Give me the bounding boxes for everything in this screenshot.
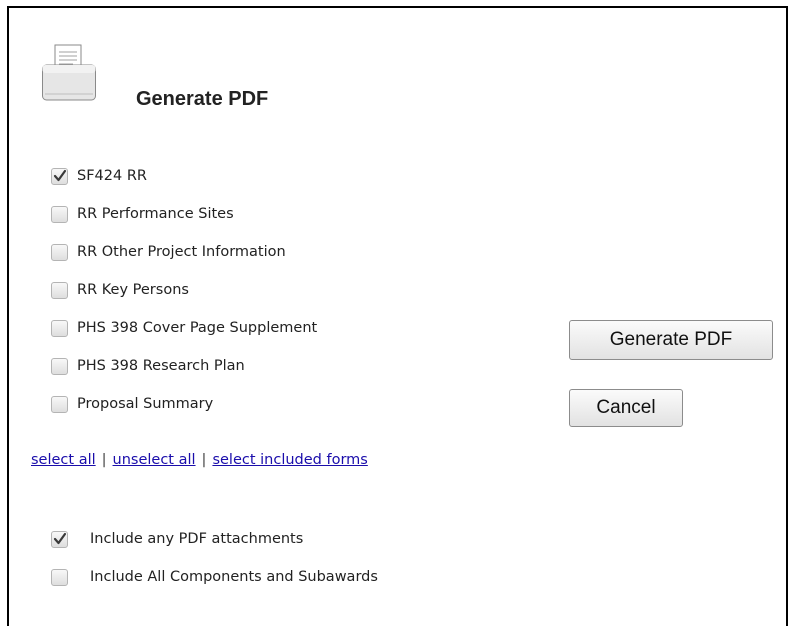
form-item-rr-other-project-information[interactable]: RR Other Project Information <box>51 241 286 263</box>
checkbox[interactable] <box>51 568 68 586</box>
form-label: PHS 398 Cover Page Supplement <box>77 320 318 336</box>
form-label: RR Key Persons <box>77 282 189 298</box>
link-separator: | <box>201 452 207 468</box>
checkbox[interactable] <box>51 281 68 299</box>
printer-icon <box>41 44 97 102</box>
form-label: SF424 RR <box>77 168 147 184</box>
form-item-phs-398-research-plan[interactable]: PHS 398 Research Plan <box>51 355 245 377</box>
unselect-all-link[interactable]: unselect all <box>113 452 196 468</box>
selection-links: select all | unselect all | select included … <box>31 452 368 468</box>
checkbox[interactable] <box>51 357 68 375</box>
checkbox[interactable] <box>51 395 68 413</box>
checkbox[interactable] <box>51 167 68 185</box>
form-label: RR Performance Sites <box>77 206 234 222</box>
checkbox[interactable] <box>51 205 68 223</box>
checkbox[interactable] <box>51 319 68 337</box>
generate-pdf-button[interactable]: Generate PDF <box>569 320 773 360</box>
form-label: PHS 398 Research Plan <box>77 358 245 374</box>
option-label: Include All Components and Subawards <box>90 569 378 585</box>
select-all-link[interactable]: select all <box>31 452 96 468</box>
option-include-pdf-attachments[interactable]: Include any PDF attachments <box>51 528 303 550</box>
page-title: Generate PDF <box>136 88 269 110</box>
form-item-rr-performance-sites[interactable]: RR Performance Sites <box>51 203 234 225</box>
cancel-button[interactable]: Cancel <box>569 389 683 427</box>
check-mark-icon <box>53 532 67 544</box>
form-label: RR Other Project Information <box>77 244 286 260</box>
checkbox[interactable] <box>51 530 68 548</box>
link-separator: | <box>101 452 107 468</box>
option-include-all-components-and-subawards[interactable]: Include All Components and Subawards <box>51 566 378 588</box>
form-item-sf424-rr[interactable]: SF424 RR <box>51 165 147 187</box>
select-included-forms-link[interactable]: select included forms <box>212 452 367 468</box>
form-label: Proposal Summary <box>77 396 214 412</box>
form-item-rr-key-persons[interactable]: RR Key Persons <box>51 279 189 301</box>
checkbox[interactable] <box>51 243 68 261</box>
form-item-proposal-summary[interactable]: Proposal Summary <box>51 393 213 415</box>
option-label: Include any PDF attachments <box>90 531 304 547</box>
form-item-phs-398-cover-page-supplement[interactable]: PHS 398 Cover Page Supplement <box>51 317 317 339</box>
check-mark-icon <box>53 169 67 181</box>
